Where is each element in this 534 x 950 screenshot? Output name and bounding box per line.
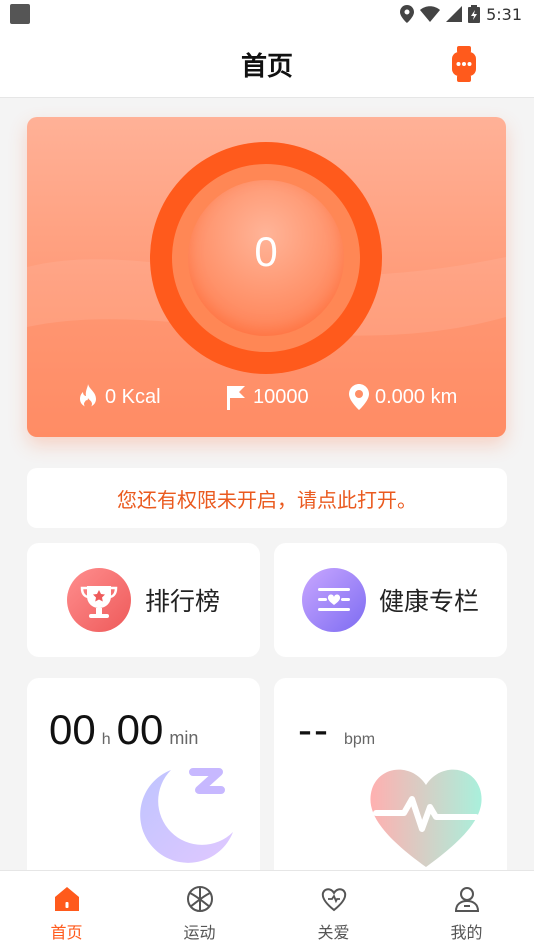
calories-value: 0 Kcal — [105, 385, 161, 408]
heart-rate-reading: -- bpm — [298, 706, 375, 754]
moon-sleep-icon — [140, 768, 233, 863]
smartwatch-icon — [452, 46, 476, 82]
nav-label-sport: 运动 — [183, 923, 216, 942]
nav-item-care[interactable]: 关爱 — [267, 871, 400, 950]
trophy-icon — [67, 568, 131, 632]
nav-item-sport[interactable]: 运动 — [133, 871, 266, 950]
nav-label-me: 我的 — [450, 923, 483, 942]
heart-pulse-icon — [370, 769, 482, 867]
status-icons: 5:31 — [400, 5, 522, 24]
app-header: 首页 — [0, 28, 534, 98]
sleep-minutes-unit: min — [169, 728, 199, 748]
calories-stat: 0 Kcal — [77, 379, 161, 415]
step-progress-ring: 0 — [150, 142, 382, 374]
nav-item-home[interactable]: 首页 — [0, 871, 133, 950]
sleep-duration: 00 h 00 min — [49, 706, 198, 754]
wifi-icon — [420, 6, 441, 22]
permission-notice-text: 您还有权限未开启，请点此打开。 — [117, 487, 417, 512]
bottom-nav: 首页 运动 关爱 我的 — [0, 870, 534, 950]
sleep-hours-unit: h — [101, 731, 111, 748]
heart-rate-value: -- — [298, 706, 330, 753]
goal-value: 10000 — [253, 385, 309, 408]
health-column-label: 健康专栏 — [379, 587, 480, 616]
nav-item-me[interactable]: 我的 — [400, 871, 533, 950]
location-pin-icon — [349, 384, 369, 410]
step-summary-card[interactable]: 0 0 Kcal 10000 0.000 km — [27, 117, 506, 437]
flame-icon — [80, 384, 96, 408]
home-icon — [54, 887, 79, 911]
step-ring-middle: 0 — [172, 164, 360, 352]
signal-icon — [446, 6, 463, 22]
flag-icon — [227, 386, 245, 410]
user-icon — [454, 887, 479, 912]
ranking-card[interactable]: 排行榜 — [27, 543, 260, 657]
location-icon — [400, 5, 415, 23]
sleep-hours: 00 — [49, 706, 96, 753]
notification-icon — [10, 4, 30, 24]
distance-stat: 0.000 km — [349, 379, 457, 415]
health-column-card[interactable]: 健康专栏 — [274, 543, 507, 657]
status-time: 5:31 — [486, 4, 522, 24]
permission-notice[interactable]: 您还有权限未开启，请点此打开。 — [27, 468, 507, 528]
heart-care-icon — [321, 888, 346, 912]
nav-label-home: 首页 — [50, 923, 83, 942]
ranking-label: 排行榜 — [145, 587, 221, 616]
health-column-icon — [302, 568, 366, 632]
status-bar: 5:31 — [0, 0, 534, 28]
basketball-icon — [186, 886, 213, 912]
hero-stats: 0 Kcal 10000 0.000 km — [27, 379, 506, 415]
distance-value: 0.000 km — [375, 385, 458, 408]
goal-stat: 10000 — [225, 379, 309, 415]
battery-icon — [468, 5, 481, 23]
heart-rate-unit: bpm — [343, 731, 376, 748]
nav-label-care: 关爱 — [317, 923, 350, 942]
watch-button[interactable] — [444, 44, 484, 84]
step-count: 0 — [254, 228, 278, 275]
sleep-minutes: 00 — [116, 706, 164, 753]
step-ring-center: 0 — [188, 180, 344, 336]
